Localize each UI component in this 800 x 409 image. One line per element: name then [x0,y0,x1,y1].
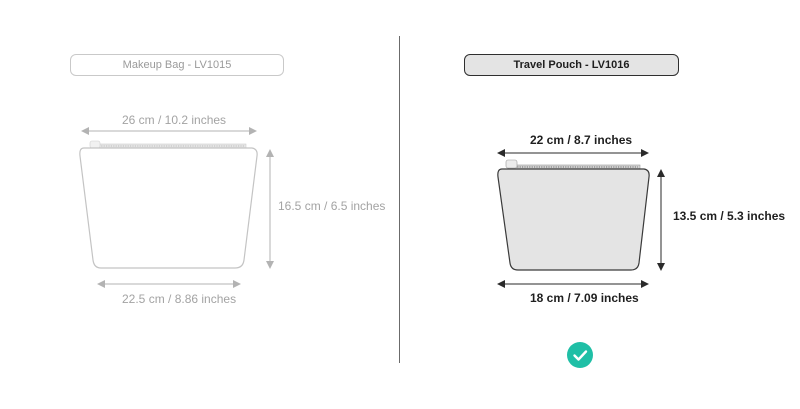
makeup-bag-bottom-width: 22.5 cm / 8.86 inches [122,292,237,306]
travel-pouch-zipper [505,159,641,170]
product-drawings [79,127,665,288]
makeup-bag-height: 16.5 cm / 6.5 inches [278,199,386,213]
travel-pouch-bottom-width: 18 cm / 7.09 inches [530,291,639,305]
makeup-bag-zipper [89,140,247,149]
travel-pouch-height: 13.5 cm / 5.3 inches [673,209,786,223]
makeup-bag-body [79,147,258,269]
makeup-bag-drawing [79,127,274,288]
travel-pouch-body [497,168,650,271]
makeup-bag-top-width: 26 cm / 10.2 inches [122,113,227,127]
travel-pouch-top-width: 22 cm / 8.7 inches [530,133,633,147]
check-circle-icon [567,342,593,368]
travel-pouch-drawing [497,149,665,288]
